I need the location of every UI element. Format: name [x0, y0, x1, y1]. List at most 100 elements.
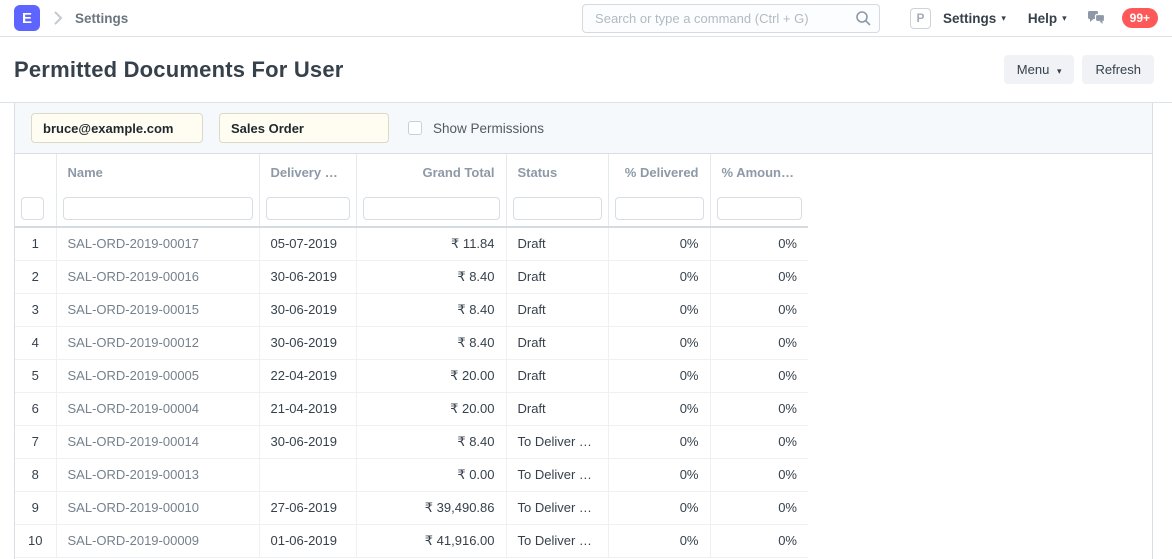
cell-idx: 1 [15, 227, 56, 260]
chevron-down-icon: ▾ [1062, 13, 1067, 24]
table-row: 7SAL-ORD-2019-0001430-06-2019₹ 8.40To De… [15, 425, 808, 458]
cell-delivery-date: 30-06-2019 [259, 425, 356, 458]
table-row: 8SAL-ORD-2019-00013₹ 0.00To Deliver an..… [15, 458, 808, 491]
app-logo[interactable]: E [14, 5, 40, 31]
pct-delivered-column-filter-input[interactable] [615, 197, 704, 220]
column-header-name[interactable]: Name [56, 154, 259, 191]
pct-amount-column-filter-input[interactable] [717, 197, 803, 220]
cell-idx: 5 [15, 359, 56, 392]
show-permissions-toggle[interactable]: Show Permissions [408, 121, 544, 136]
table-row: 2SAL-ORD-2019-0001630-06-2019₹ 8.40Draft… [15, 260, 808, 293]
chevron-down-icon: ▾ [1057, 66, 1062, 76]
cell-status: To Deliver an... [506, 425, 608, 458]
cell-name[interactable]: SAL-ORD-2019-00016 [56, 260, 259, 293]
index-column-filter-input[interactable] [21, 197, 44, 220]
cell-pct-delivered: 0% [608, 326, 710, 359]
breadcrumb-settings[interactable]: Settings [75, 11, 128, 26]
show-permissions-checkbox[interactable] [408, 121, 422, 135]
cell-grand-total: ₹ 0.00 [356, 458, 506, 491]
cell-name[interactable]: SAL-ORD-2019-00015 [56, 293, 259, 326]
cell-pct-delivered: 0% [608, 260, 710, 293]
column-header-index [15, 154, 56, 191]
page-head: Permitted Documents For User Menu ▾ Refr… [0, 37, 1172, 103]
cell-pct-amount: 0% [710, 524, 808, 557]
cell-name[interactable]: SAL-ORD-2019-00014 [56, 425, 259, 458]
page-title: Permitted Documents For User [14, 57, 344, 83]
table-header: Name Delivery Date Grand Total Status % … [15, 154, 808, 227]
grand-total-column-filter-input[interactable] [363, 197, 500, 220]
cell-grand-total: ₹ 8.40 [356, 425, 506, 458]
search-input[interactable] [582, 4, 880, 33]
column-header-grand-total[interactable]: Grand Total [356, 154, 506, 191]
help-dropdown[interactable]: Help ▾ [1028, 11, 1067, 26]
settings-dropdown[interactable]: Settings ▾ [943, 11, 1006, 26]
cell-pct-delivered: 0% [608, 524, 710, 557]
cell-pct-delivered: 0% [608, 458, 710, 491]
cell-pct-amount: 0% [710, 293, 808, 326]
cell-name[interactable]: SAL-ORD-2019-00012 [56, 326, 259, 359]
cell-name[interactable]: SAL-ORD-2019-00005 [56, 359, 259, 392]
notification-badge[interactable]: 99+ [1122, 8, 1158, 28]
cell-pct-amount: 0% [710, 359, 808, 392]
filter-bar: Show Permissions [15, 103, 1152, 154]
cell-idx: 3 [15, 293, 56, 326]
table-row: 4SAL-ORD-2019-0001230-06-2019₹ 8.40Draft… [15, 326, 808, 359]
column-filter-row [15, 191, 808, 227]
table-row: 9SAL-ORD-2019-0001027-06-2019₹ 39,490.86… [15, 491, 808, 524]
column-header-status[interactable]: Status [506, 154, 608, 191]
cell-idx: 4 [15, 326, 56, 359]
show-permissions-label: Show Permissions [433, 121, 544, 136]
cell-delivery-date: 30-06-2019 [259, 260, 356, 293]
cell-pct-amount: 0% [710, 491, 808, 524]
chat-icon[interactable] [1087, 10, 1106, 27]
cell-status: Draft [506, 260, 608, 293]
page-actions: Menu ▾ Refresh [1004, 55, 1154, 84]
delivery-date-column-filter-input[interactable] [266, 197, 350, 220]
menu-button-label: Menu [1017, 62, 1050, 77]
cell-delivery-date: 27-06-2019 [259, 491, 356, 524]
cell-status: Draft [506, 359, 608, 392]
cell-grand-total: ₹ 20.00 [356, 392, 506, 425]
cell-status: To Deliver an... [506, 524, 608, 557]
settings-dropdown-label: Settings [943, 11, 996, 26]
cell-name[interactable]: SAL-ORD-2019-00017 [56, 227, 259, 260]
table-row: 5SAL-ORD-2019-0000522-04-2019₹ 20.00Draf… [15, 359, 808, 392]
column-header-pct-delivered[interactable]: % Delivered [608, 154, 710, 191]
cell-status: Draft [506, 227, 608, 260]
status-column-filter-input[interactable] [513, 197, 602, 220]
name-column-filter-input[interactable] [63, 197, 253, 220]
doctype-filter-input[interactable] [219, 113, 389, 143]
cell-delivery-date [259, 458, 356, 491]
cell-grand-total: ₹ 8.40 [356, 326, 506, 359]
cell-name[interactable]: SAL-ORD-2019-00009 [56, 524, 259, 557]
cell-grand-total: ₹ 8.40 [356, 293, 506, 326]
cell-name[interactable]: SAL-ORD-2019-00010 [56, 491, 259, 524]
cell-delivery-date: 21-04-2019 [259, 392, 356, 425]
global-search [582, 4, 880, 33]
table-row: 3SAL-ORD-2019-0001530-06-2019₹ 8.40Draft… [15, 293, 808, 326]
cell-grand-total: ₹ 41,916.00 [356, 524, 506, 557]
cell-name[interactable]: SAL-ORD-2019-00013 [56, 458, 259, 491]
navbar: E Settings P Settings ▾ Help ▾ 99+ [0, 0, 1172, 37]
cell-pct-amount: 0% [710, 227, 808, 260]
cell-idx: 10 [15, 524, 56, 557]
navbar-right: P Settings ▾ Help ▾ 99+ [910, 8, 1158, 29]
user-filter-input[interactable] [31, 113, 203, 143]
cell-pct-amount: 0% [710, 458, 808, 491]
cell-pct-amount: 0% [710, 392, 808, 425]
cell-pct-delivered: 0% [608, 227, 710, 260]
cell-name[interactable]: SAL-ORD-2019-00004 [56, 392, 259, 425]
avatar[interactable]: P [910, 8, 931, 29]
chevron-right-icon [54, 11, 63, 25]
cell-pct-amount: 0% [710, 326, 808, 359]
table-row: 1SAL-ORD-2019-0001705-07-2019₹ 11.84Draf… [15, 227, 808, 260]
report-container: Show Permissions Name Delivery Date Gran… [14, 103, 1153, 559]
cell-pct-amount: 0% [710, 425, 808, 458]
refresh-button[interactable]: Refresh [1082, 55, 1154, 84]
table-body: 1SAL-ORD-2019-0001705-07-2019₹ 11.84Draf… [15, 227, 808, 557]
cell-delivery-date: 01-06-2019 [259, 524, 356, 557]
cell-grand-total: ₹ 20.00 [356, 359, 506, 392]
column-header-pct-amount[interactable]: % Amount ... [710, 154, 808, 191]
menu-button[interactable]: Menu ▾ [1004, 55, 1075, 84]
column-header-delivery-date[interactable]: Delivery Date [259, 154, 356, 191]
